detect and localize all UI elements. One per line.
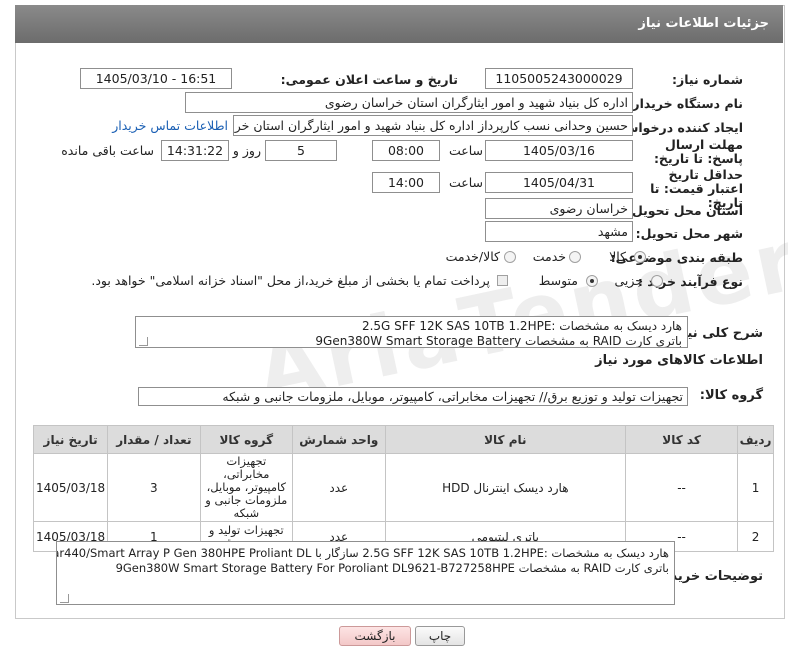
- buyer-notes-line-1: هارد دیسک به مشخصات :2.5G SFF 12K SAS 10…: [56, 546, 669, 560]
- category-both-label: کالا/خدمت: [445, 249, 500, 264]
- header-qty: تعداد / مقدار: [107, 425, 201, 454]
- category-goods-radio[interactable]: [634, 251, 646, 263]
- header-row-number: ردیف: [737, 425, 774, 454]
- summary-line-1: هارد دیسک به مشخصات :2.5G SFF 12K SAS 10…: [361, 319, 682, 333]
- deadline-date-field[interactable]: 1405/03/16: [485, 140, 633, 161]
- process-medium-label: متوسط: [538, 273, 578, 288]
- delivery-city-label: شهر محل تحویل:: [635, 226, 743, 241]
- creator-field[interactable]: حسین وحدانی نسب کارپرداز اداره کل بنیاد …: [233, 115, 633, 136]
- summary-line-2: باتری کارت RAID به مشخصات 9Gen380W Smart…: [315, 334, 682, 348]
- resize-grip-icon[interactable]: [139, 337, 148, 346]
- validity-date-field[interactable]: 1405/04/31: [485, 172, 633, 193]
- announce-datetime-field[interactable]: 1405/03/10 - 16:51: [80, 68, 232, 89]
- category-label: طبقه بندی موضوعی:: [610, 250, 743, 265]
- table-header-row: ردیف کد کالا نام کالا واحد شمارش گروه کا…: [32, 425, 774, 454]
- deadline-label: مهلت ارسال پاسخ: تا تاریخ:: [653, 137, 743, 166]
- cell-code: --: [625, 453, 739, 522]
- buyer-org-field[interactable]: اداره کل بنیاد شهید و امور ایثارگران است…: [185, 92, 633, 113]
- buyer-contact-link[interactable]: اطلاعات تماس خریدار: [112, 118, 228, 133]
- header-date: تاریخ نیاز: [32, 425, 109, 454]
- deadline-time-label: ساعت: [448, 143, 483, 158]
- process-medium-radio[interactable]: [586, 275, 598, 287]
- cell-name: هارد دیسک اینترنال HDD: [384, 453, 627, 522]
- announce-datetime-label: تاریخ و ساعت اعلان عمومی:: [280, 72, 458, 87]
- goods-table: ردیف کد کالا نام کالا واحد شمارش گروه کا…: [32, 425, 774, 552]
- delivery-province-label: استان محل تحویل:: [626, 203, 743, 218]
- treasury-payment-note: پرداخت تمام یا بخشی از مبلغ خرید،از محل …: [91, 273, 490, 288]
- need-number-field[interactable]: 1105005243000029: [485, 68, 633, 89]
- goods-section-title: اطلاعات کالاهای مورد نیاز: [595, 353, 763, 368]
- validity-time-label: ساعت: [448, 175, 483, 190]
- cell-group: تجهیزات مخابراتی، کامپیوتر، موبایل، ملزو…: [199, 453, 294, 522]
- delivery-city-field[interactable]: مشهد: [485, 221, 633, 242]
- header-group: گروه کالا: [199, 425, 294, 454]
- days-label: روز و: [232, 143, 261, 158]
- goods-group-label: گروه کالا:: [699, 388, 763, 403]
- buyer-notes-textarea[interactable]: هارد دیسک به مشخصات :2.5G SFF 12K SAS 10…: [56, 541, 675, 605]
- cell-row: 1: [737, 453, 774, 522]
- category-goods-label: کالا: [609, 249, 626, 264]
- header-unit: واحد شمارش: [292, 425, 386, 454]
- buyer-notes-line-2: باتری کارت RAID به مشخصات 9Gen380W Smart…: [115, 561, 669, 575]
- cell-qty: 3: [107, 453, 201, 522]
- print-button[interactable]: چاپ: [415, 626, 465, 646]
- category-service-radio[interactable]: [569, 251, 581, 263]
- resize-grip-icon[interactable]: [60, 594, 69, 603]
- days-field[interactable]: 5: [265, 140, 337, 161]
- category-both-radio[interactable]: [504, 251, 516, 263]
- delivery-province-field[interactable]: خراسان رضوی: [485, 198, 633, 219]
- remaining-label: ساعت باقی مانده: [61, 143, 154, 158]
- goods-group-field[interactable]: تجهیزات تولید و توزیع برق// تجهیزات مخاب…: [138, 387, 688, 406]
- process-minor-radio[interactable]: [651, 275, 663, 287]
- validity-time-field[interactable]: 14:00: [372, 172, 440, 193]
- cell-date: 1405/03/18: [32, 453, 109, 522]
- category-service-label: خدمت: [532, 249, 566, 264]
- buyer-org-label: نام دستگاه خریدار:: [627, 96, 743, 111]
- back-button[interactable]: بازگشت: [339, 626, 411, 646]
- treasury-payment-checkbox[interactable]: [497, 275, 508, 286]
- cell-unit: عدد: [292, 453, 386, 522]
- summary-textarea[interactable]: هارد دیسک به مشخصات :2.5G SFF 12K SAS 10…: [135, 316, 688, 348]
- remaining-time-field[interactable]: 14:31:22: [161, 140, 229, 161]
- header-code: کد کالا: [625, 425, 739, 454]
- deadline-time-field[interactable]: 08:00: [372, 140, 440, 161]
- cell-row: 2: [737, 521, 774, 552]
- panel-title: جزئیات اطلاعات نیاز: [15, 5, 783, 43]
- process-minor-label: جزیی: [614, 273, 643, 288]
- header-name: نام کالا: [384, 425, 627, 454]
- table-row[interactable]: 1 -- هارد دیسک اینترنال HDD عدد تجهیزات …: [32, 453, 774, 522]
- need-number-label: شماره نیاز:: [672, 72, 743, 87]
